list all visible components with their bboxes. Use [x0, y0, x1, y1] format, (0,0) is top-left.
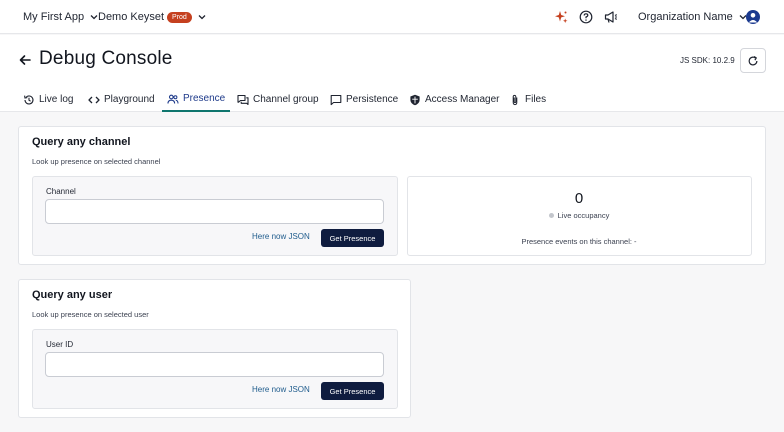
keyset-selector[interactable]: Demo Keyset Prod	[98, 0, 207, 34]
tab-access-manager[interactable]: Access Manager	[409, 87, 499, 112]
paperclip-icon	[512, 94, 518, 105]
user-id-input[interactable]	[45, 352, 384, 377]
app-name: My First App	[23, 11, 85, 23]
channel-field-label: Channel	[46, 187, 76, 196]
query-user-subtitle: Look up presence on selected user	[32, 310, 149, 319]
status-dot-icon	[548, 212, 554, 218]
chevron-down-icon	[198, 15, 206, 20]
code-icon	[88, 96, 100, 103]
tab-live-log[interactable]: Live log	[23, 87, 73, 112]
page-header: Debug Console JS SDK: 10.2.9	[0, 35, 784, 87]
tab-playground[interactable]: Playground	[88, 87, 155, 112]
history-icon	[24, 94, 34, 104]
occupancy-label-row: Live occupancy	[407, 211, 751, 220]
channel-get-presence-button[interactable]: Get Presence	[321, 229, 384, 247]
tab-channel-group[interactable]: Channel group	[237, 87, 319, 112]
tab-label: Playground	[104, 94, 155, 105]
keyset-name: Demo Keyset	[98, 11, 165, 23]
organization-selector[interactable]: Organization Name	[638, 0, 748, 34]
refresh-icon	[748, 55, 758, 65]
people-icon	[167, 94, 179, 104]
query-user-title: Query any user	[32, 289, 113, 301]
tab-label: Files	[525, 94, 547, 105]
query-channel-title: Query any channel	[32, 136, 131, 148]
keyset-env-badge: Prod	[167, 11, 192, 23]
back-arrow-icon[interactable]	[18, 53, 32, 67]
page-title: Debug Console	[39, 48, 173, 69]
user-id-field-label: User ID	[46, 340, 74, 349]
query-channel-subtitle: Look up presence on selected channel	[32, 157, 161, 166]
tab-label: Presence	[183, 93, 226, 104]
chat-group-icon	[237, 94, 249, 105]
presence-events-text: Presence events on this channel: -	[521, 237, 637, 246]
tab-files[interactable]: Files	[509, 87, 546, 112]
occupancy-count: 0	[574, 190, 584, 207]
tab-label: Persistence	[346, 94, 399, 105]
user-here-now-json-button[interactable]: Here now JSON	[252, 385, 310, 394]
message-icon	[330, 94, 342, 105]
shield-icon	[410, 94, 420, 105]
sdk-version: JS SDK: 10.2.9	[680, 56, 735, 65]
channel-input[interactable]	[45, 199, 384, 224]
tab-label: Live log	[39, 94, 74, 105]
tab-bar: Live log Playground Presence Channel gro…	[0, 87, 784, 112]
user-get-presence-button[interactable]: Get Presence	[321, 382, 384, 400]
sparkle-icon[interactable]	[554, 10, 568, 24]
tab-label: Channel group	[253, 94, 319, 105]
tab-presence[interactable]: Presence	[162, 87, 231, 112]
tab-label: Access Manager	[425, 94, 500, 105]
help-icon[interactable]	[579, 10, 593, 24]
refresh-button[interactable]	[740, 48, 766, 73]
app-selector[interactable]: My First App	[23, 0, 99, 34]
occupancy-label: Live occupancy	[557, 211, 610, 220]
user-avatar-icon[interactable]	[746, 10, 760, 24]
org-name: Organization Name	[638, 11, 733, 23]
top-bar: My First App Demo Keyset Prod Organizati…	[0, 0, 784, 34]
tab-persistence[interactable]: Persistence	[330, 87, 398, 112]
announcement-icon[interactable]	[604, 10, 618, 24]
channel-here-now-json-button[interactable]: Here now JSON	[252, 232, 310, 241]
